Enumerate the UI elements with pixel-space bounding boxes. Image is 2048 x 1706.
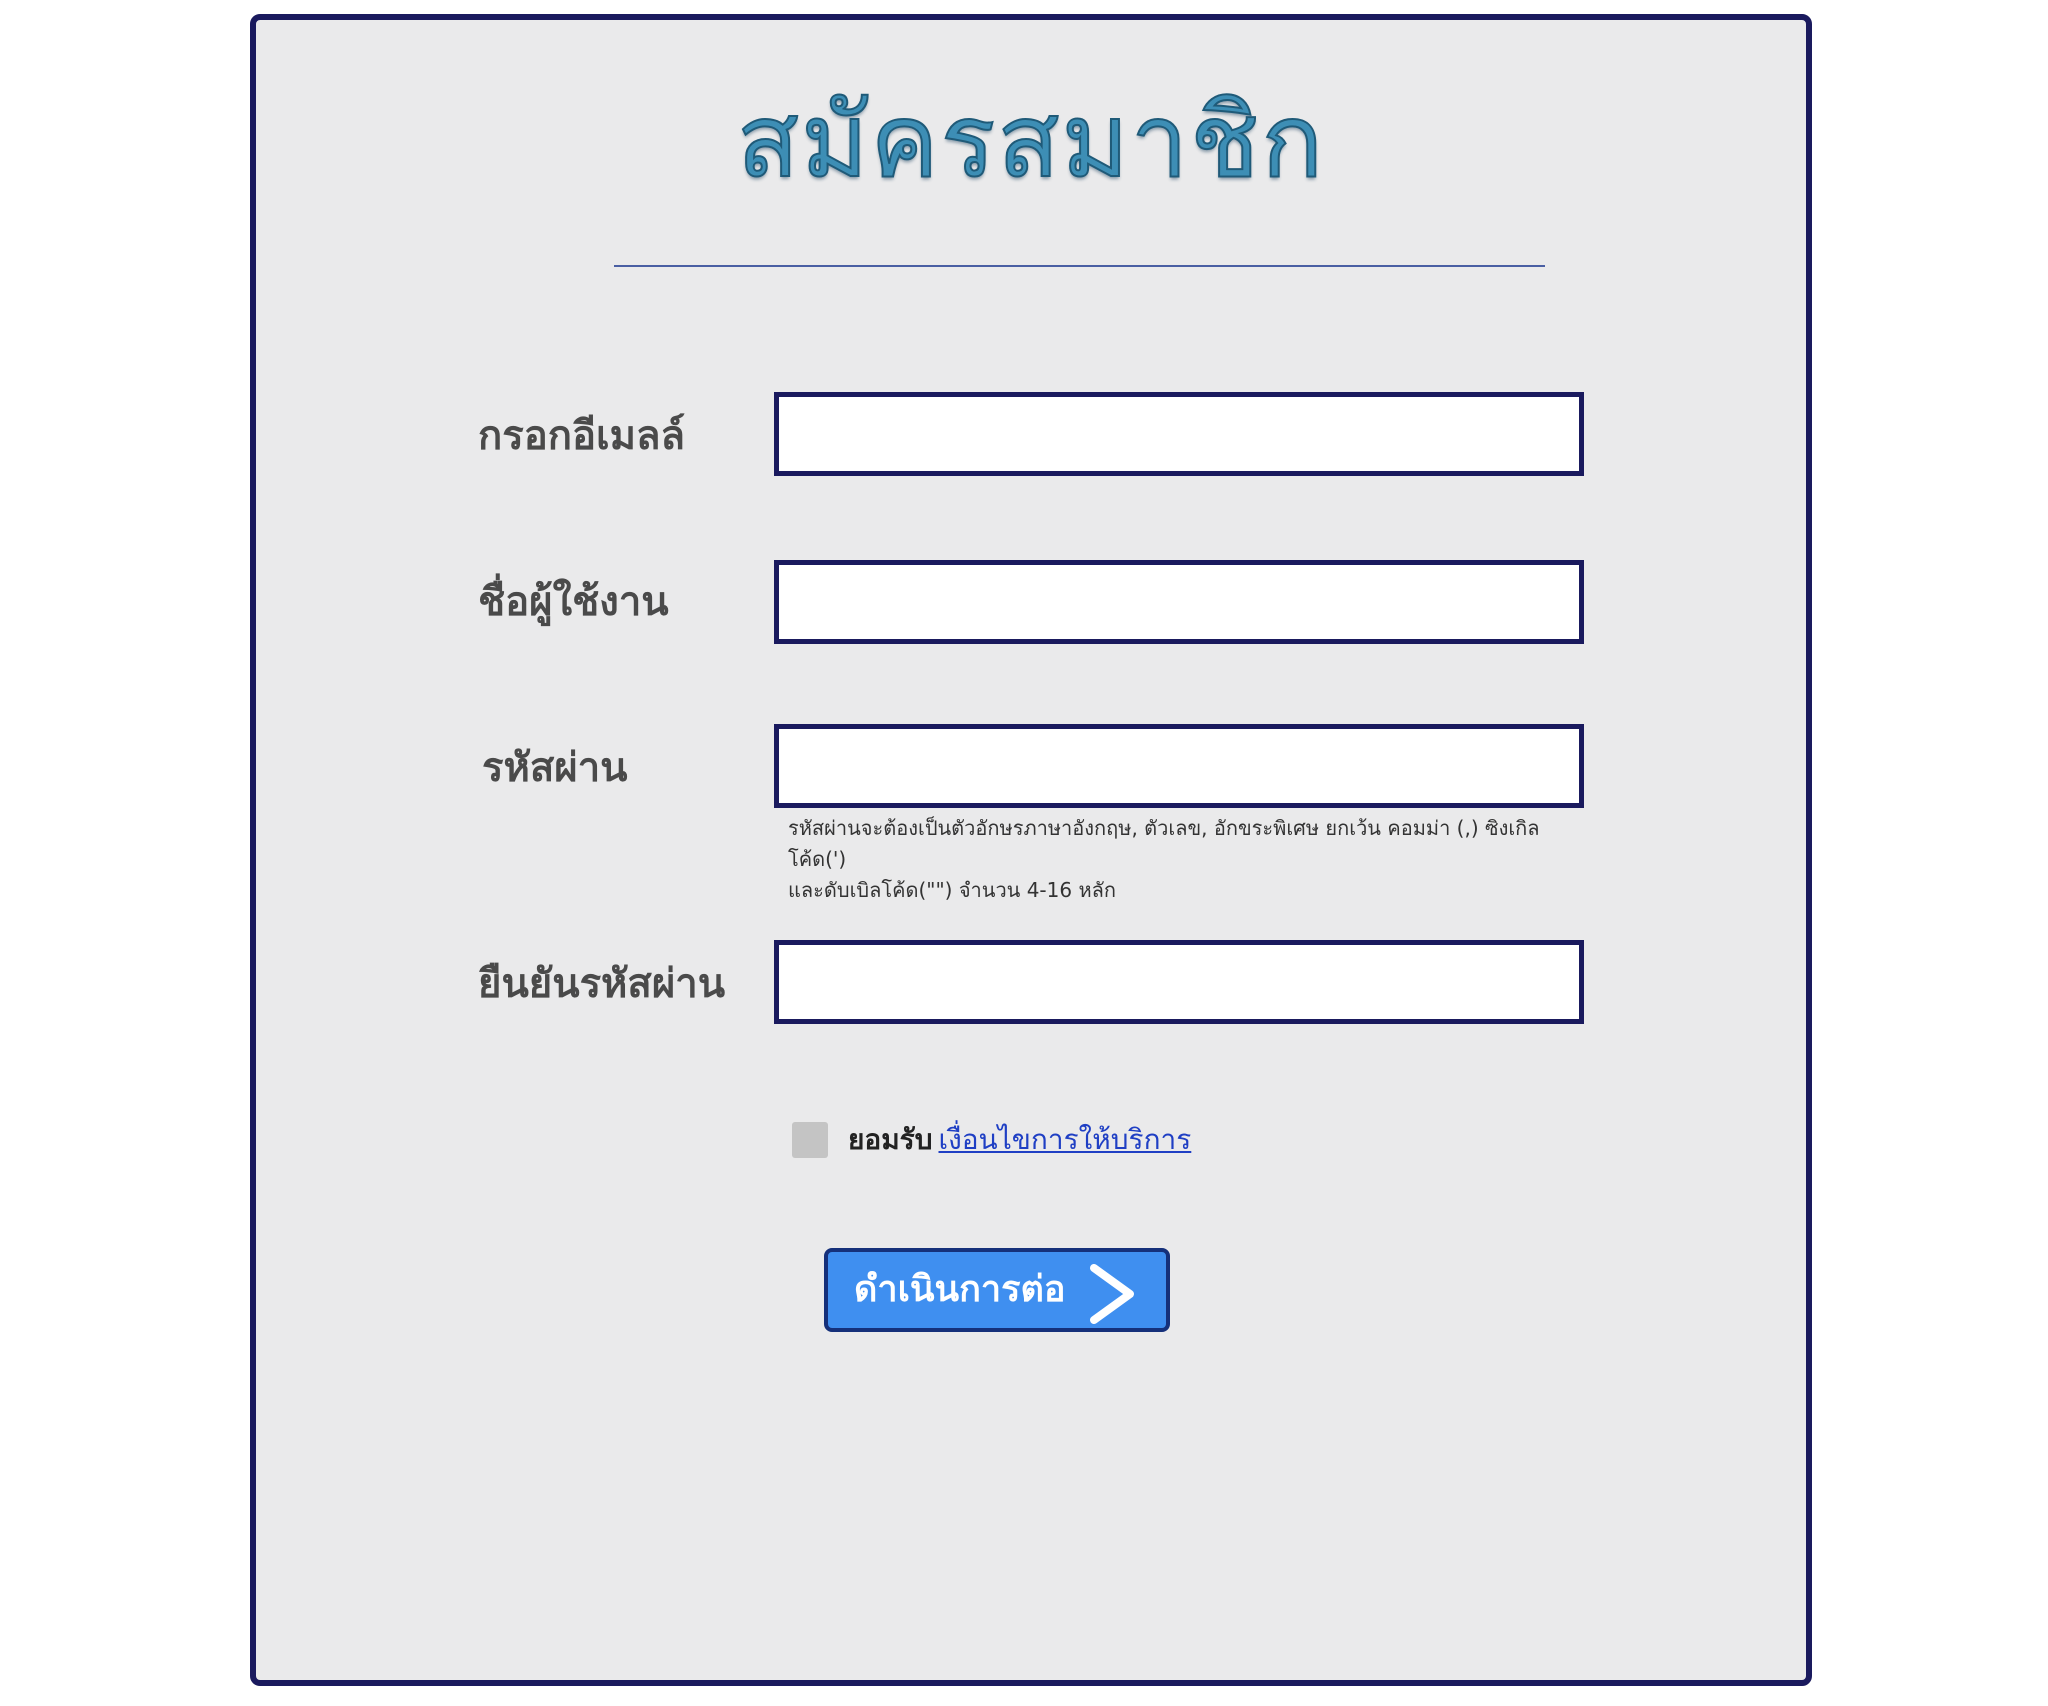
- title-divider: [614, 265, 1545, 267]
- terms-row: ยอมรับ เงื่อนไขการให้บริการ: [792, 1112, 1191, 1168]
- signup-panel: สมัครสมาชิก กรอกอีเมลล์ ชื่อผู้ใช้งาน รห…: [250, 14, 1812, 1686]
- password-field[interactable]: [774, 724, 1584, 808]
- confirm-password-field[interactable]: [774, 940, 1584, 1024]
- password-label: รหัสผ่าน: [482, 745, 628, 791]
- username-field[interactable]: [774, 560, 1584, 644]
- accept-text: ยอมรับ: [848, 1123, 933, 1156]
- email-field[interactable]: [774, 392, 1584, 476]
- password-hint-line-1: รหัสผ่านจะต้องเป็นตัวอักษรภาษาอังกฤษ, ตั…: [788, 816, 1540, 871]
- continue-button[interactable]: ดำเนินการต่อ: [824, 1248, 1170, 1332]
- confirm-password-label: ยืนยันรหัสผ่าน: [478, 961, 726, 1007]
- email-label: กรอกอีเมลล์: [478, 413, 686, 459]
- terms-of-service-link[interactable]: เงื่อนไขการให้บริการ: [939, 1118, 1192, 1162]
- page-title: สมัครสมาชิก: [736, 81, 1326, 202]
- accept-terms-checkbox[interactable]: [792, 1122, 828, 1158]
- username-label: ชื่อผู้ใช้งาน: [478, 579, 669, 625]
- chevron-right-icon: [1090, 1264, 1134, 1324]
- password-hint-line-2: และดับเบิลโค้ด("") จำนวน 4-16 หลัก: [788, 878, 1117, 902]
- password-hint: รหัสผ่านจะต้องเป็นตัวอักษรภาษาอังกฤษ, ตั…: [788, 813, 1588, 906]
- continue-button-label: ดำเนินการต่อ: [854, 1269, 1066, 1310]
